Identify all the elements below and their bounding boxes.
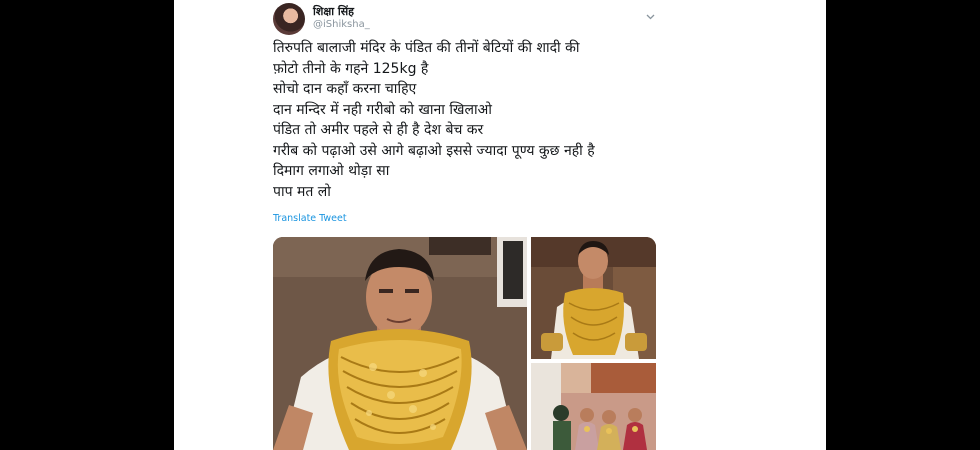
- chevron-down-icon[interactable]: [646, 6, 655, 20]
- media-photo-main[interactable]: [273, 237, 527, 450]
- tweet-text-line: तिरुपति बालाजी मंदिर के पंडित की तीनों ब…: [273, 40, 580, 56]
- media-photo-bottom-right[interactable]: [531, 363, 656, 450]
- tweet-text-line: फ़ोटो तीनो के गहने 125kg है: [273, 60, 429, 77]
- tweet-card: शिक्षा सिंह @iShiksha_ तिरुपति बालाजी मं…: [174, 0, 826, 450]
- tweet-media-grid: [273, 237, 656, 450]
- tweet-text-line: पाप मत लो: [273, 183, 331, 200]
- translate-tweet-link[interactable]: Translate Tweet: [273, 213, 347, 224]
- author-display-name[interactable]: शिक्षा सिंह: [313, 4, 354, 19]
- media-photo-top-right[interactable]: [531, 237, 656, 359]
- tweet-text-line: दिमाग लगाओ थोड़ा सा: [273, 163, 390, 179]
- tweet-text-line: सोचो दान कहाँ करना चाहिए: [273, 81, 417, 97]
- author-handle[interactable]: @iShiksha_: [313, 19, 370, 30]
- tweet-text-line: गरीब को पढ़ाओ उसे आगे बढ़ाओ इससे ज्यादा …: [273, 142, 595, 159]
- tweet-text-line: पंडित तो अमीर पहले से ही है देश बेच कर: [273, 122, 484, 138]
- tweet-text: तिरुपति बालाजी मंदिर के पंडित की तीनों ब…: [273, 38, 793, 202]
- tweet-text-line: दान मन्दिर में नही गरीबो को खाना खिलाओ: [273, 101, 492, 118]
- avatar[interactable]: [273, 3, 305, 35]
